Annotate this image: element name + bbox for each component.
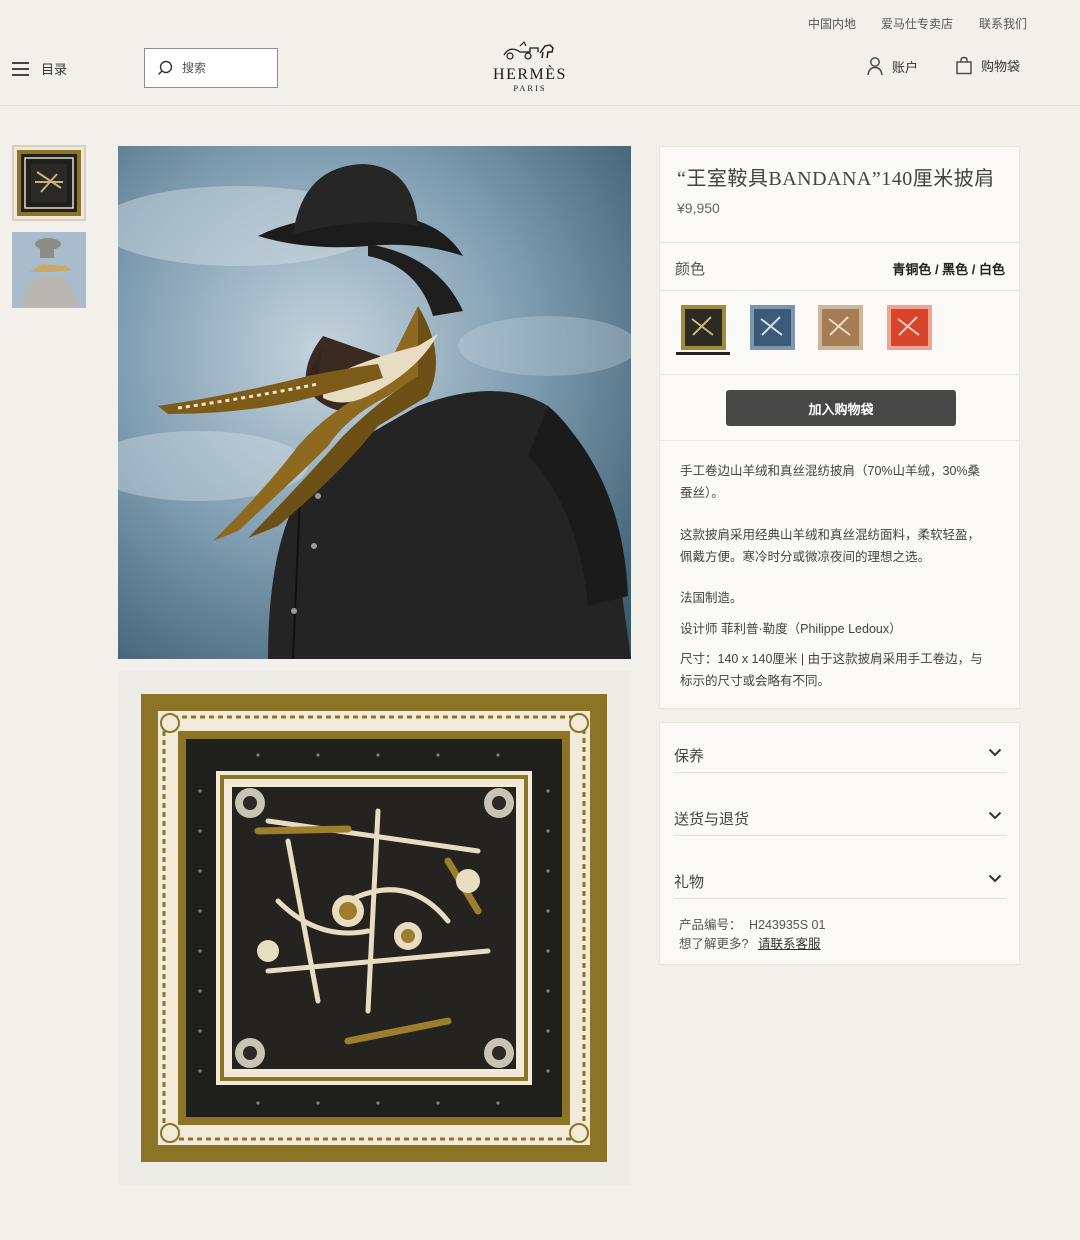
product-code-value: H243935S 01: [749, 918, 826, 932]
chevron-down-icon: [988, 811, 1002, 820]
selected-color-value: 青铜色 / 黑色 / 白色: [892, 262, 1005, 277]
user-icon: [867, 57, 883, 76]
description-composition: 手工卷边山羊绒和真丝混纺披肩（70%山羊绒，30%桑 蚕丝）。: [680, 460, 1010, 504]
designer-text: 设计师 菲利普·勒度（Philippe Ledoux）: [680, 622, 902, 636]
menu-label: 目录: [41, 62, 68, 77]
swatch-orange-icon: [887, 305, 932, 350]
color-swatch-camel[interactable]: [818, 305, 863, 350]
bag-label: 购物袋: [981, 59, 1021, 74]
divider: [660, 242, 1019, 243]
color-label: 颜色: [675, 261, 706, 278]
description-feature: 这款披肩采用经典山羊绒和真丝混纺面料，柔软轻盈， 佩戴方便。寒冷时分或微凉夜间的…: [680, 524, 1010, 568]
accordion-care[interactable]: 保养: [674, 723, 1006, 773]
size-text: 尺寸：140 x 140厘米 | 由于这款披肩采用手工卷边，与 标示的尺寸或会略…: [680, 648, 1010, 692]
scarf-illustration: [118, 671, 631, 1185]
color-swatch-bronze-black-white[interactable]: [681, 305, 726, 350]
divider: [660, 440, 1019, 441]
selected-swatch-indicator: [676, 352, 730, 355]
shopping-bag-button[interactable]: 购物袋: [955, 56, 1020, 75]
product-price: ¥9,950: [677, 200, 720, 216]
product-code-label: 产品编号：: [679, 918, 742, 932]
info-accordion: 保养 送货与退货 礼物 产品编号： H243935S 01 想了解更多? 请联系…: [659, 722, 1020, 965]
account-button[interactable]: 账户: [866, 56, 918, 76]
more-info-label: 想了解更多?: [679, 937, 749, 951]
description-line: 这款披肩采用经典山羊绒和真丝混纺面料，柔软轻盈，: [680, 528, 981, 542]
scarf-thumbnail-image: [17, 150, 81, 216]
accordion-care-label: 保养: [674, 748, 705, 765]
more-info: 想了解更多? 请联系客服: [679, 933, 820, 952]
product-photo-model: [118, 146, 631, 659]
logo-wordmark: HERMÈS: [493, 66, 567, 83]
swatch-camel-icon: [818, 305, 863, 350]
product-photo-scarf: [118, 671, 631, 1185]
search-box[interactable]: [144, 48, 278, 88]
product-info-panel: “王室鞍具BANDANA”140厘米披肩 ¥9,950 颜色 青铜色 / 黑色 …: [659, 146, 1020, 709]
accordion-gift[interactable]: 礼物: [674, 849, 1006, 899]
search-icon: [158, 60, 173, 75]
description-line: 佩戴方便。寒冷时分或微凉夜间的理想之选。: [680, 550, 931, 564]
color-swatch-orange[interactable]: [887, 305, 932, 350]
contact-service-link[interactable]: 请联系客服: [758, 937, 821, 951]
model-thumbnail-image: [12, 232, 86, 308]
menu-button[interactable]: 目录: [12, 59, 67, 78]
description-line: 手工卷边山羊绒和真丝混纺披肩（70%山羊绒，30%桑: [680, 464, 981, 478]
accordion-gift-label: 礼物: [674, 874, 705, 891]
hamburger-icon: [12, 62, 29, 76]
thumbnail-model[interactable]: [12, 232, 86, 308]
made-in-text: 法国制造。: [680, 591, 743, 605]
accordion-delivery[interactable]: 送货与退货: [674, 786, 1006, 836]
header: 目录 HERMÈS PARIS 账户 购物袋: [0, 30, 1080, 106]
size-line: 尺寸：140 x 140厘米 | 由于这款披肩采用手工卷边，与: [680, 652, 983, 666]
product-title: “王室鞍具BANDANA”140厘米披肩: [677, 168, 995, 190]
swatch-blue-icon: [750, 305, 795, 350]
swatch-bronze-icon: [681, 305, 726, 350]
utility-bar: 中国内地 爱马仕专卖店 联系我们: [0, 0, 1080, 31]
product-code: 产品编号： H243935S 01: [679, 914, 825, 933]
account-label: 账户: [892, 59, 919, 75]
carriage-logo-icon: [503, 41, 554, 60]
add-to-bag-button[interactable]: 加入购物袋: [726, 390, 956, 426]
thumbnail-scarf[interactable]: [12, 145, 86, 221]
color-swatch-blue[interactable]: [750, 305, 795, 350]
accordion-delivery-label: 送货与退货: [674, 811, 750, 828]
divider: [660, 374, 1019, 375]
logo-city: PARIS: [513, 83, 547, 93]
divider: [660, 290, 1019, 291]
chevron-down-icon: [988, 748, 1002, 757]
size-line: 标示的尺寸或会略有不同。: [680, 674, 831, 688]
description-line: 蚕丝）。: [680, 486, 724, 500]
bag-icon: [956, 56, 972, 75]
hermes-logo[interactable]: HERMÈS PARIS: [484, 40, 576, 96]
chevron-down-icon: [988, 874, 1002, 883]
search-input[interactable]: [182, 61, 262, 75]
model-illustration: [118, 146, 631, 659]
